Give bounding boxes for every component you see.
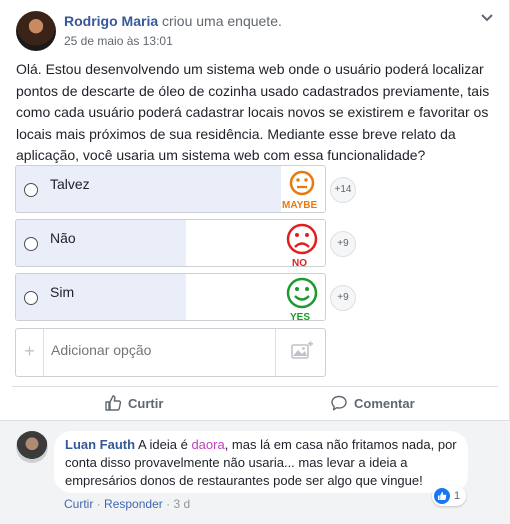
vote-count-badge[interactable]: +14 <box>330 177 356 203</box>
poll-option-image: YES <box>281 274 325 321</box>
photo-icon <box>291 341 313 359</box>
comment-bubble: Luan Fauth A ideia é daora, mas lá em ca… <box>54 431 468 493</box>
poll-option-nao[interactable]: Não NO <box>15 219 326 267</box>
poll-option-sim[interactable]: Sim YES <box>15 273 326 321</box>
thumbs-up-icon <box>105 395 122 411</box>
plus-icon: + <box>16 329 44 376</box>
meta-separator: · <box>166 497 171 511</box>
post-action: criou uma enquete. <box>162 13 282 29</box>
comment-like-link[interactable]: Curtir <box>64 497 93 511</box>
comments-section: Luan Fauth A ideia é daora, mas lá em ca… <box>0 420 510 524</box>
comment-button[interactable]: Comentar <box>330 392 415 414</box>
post-header: Rodrigo Maria criou uma enquete. <box>64 13 282 29</box>
comment-meta: Curtir · Responder · 3 d <box>64 497 190 511</box>
poll-option-talvez[interactable]: Talvez MAYBE <box>15 165 326 213</box>
poll-option-bar <box>16 220 186 266</box>
post-card: Rodrigo Maria criou uma enquete. 25 de m… <box>0 0 510 524</box>
add-option-field[interactable]: + <box>15 328 326 377</box>
poll-option-image: MAYBE <box>281 166 325 212</box>
poll-radio[interactable] <box>24 237 38 251</box>
add-option-input[interactable] <box>51 342 271 358</box>
poll-option-label: Talvez <box>50 176 90 192</box>
reaction-count: 1 <box>454 490 461 502</box>
author-avatar[interactable] <box>16 11 56 51</box>
like-button[interactable]: Curtir <box>104 392 163 414</box>
post-actions-bar: Curtir Comentar <box>12 386 498 416</box>
post-text: Olá. Estou desenvolvendo um sistema web … <box>16 61 490 163</box>
poll-option-label: Não <box>50 230 76 246</box>
add-photo-button[interactable] <box>275 329 325 376</box>
comment-reactions[interactable]: 1 <box>432 486 467 506</box>
poll-image-text: MAYBE <box>282 200 318 211</box>
meta-separator: · <box>96 497 101 511</box>
poll-image-text: NO <box>292 258 307 267</box>
comment-author[interactable]: Luan Fauth <box>65 437 135 452</box>
author-name[interactable]: Rodrigo Maria <box>64 13 158 29</box>
more-options-icon[interactable] <box>478 8 496 26</box>
comment-label: Comentar <box>354 395 415 411</box>
like-reaction-icon <box>434 488 450 504</box>
comment-reply-link[interactable]: Responder <box>104 497 163 511</box>
poll-option-image: NO <box>281 220 325 267</box>
poll-radio[interactable] <box>24 183 38 197</box>
comment-highlight: daora <box>191 437 225 452</box>
post-timestamp[interactable]: 25 de maio às 13:01 <box>64 34 173 48</box>
like-label: Curtir <box>128 395 164 411</box>
poll-image-text: YES <box>290 312 311 321</box>
commenter-avatar[interactable] <box>16 431 48 463</box>
poll-radio[interactable] <box>24 291 38 305</box>
poll-option-bar <box>16 274 186 320</box>
vote-count-badge[interactable]: +9 <box>330 285 356 311</box>
comment-icon <box>331 395 347 411</box>
vote-count-badge[interactable]: +9 <box>330 231 356 257</box>
comment-age[interactable]: 3 d <box>173 497 190 511</box>
poll-option-label: Sim <box>50 284 75 300</box>
comment-text: A ideia é <box>135 437 192 452</box>
